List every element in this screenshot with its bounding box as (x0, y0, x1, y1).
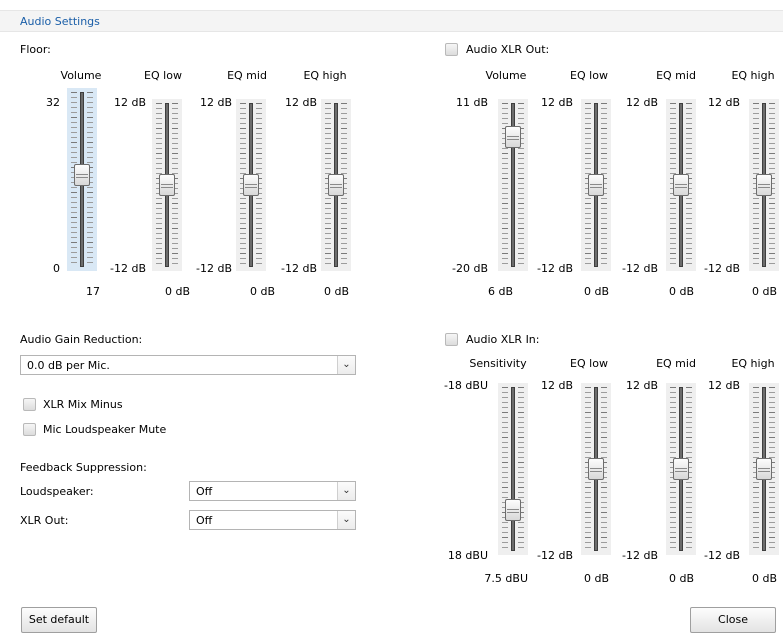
gain-reduction-select[interactable]: 0.0 dB per Mic. ⌄ (20, 355, 356, 375)
xlr-out-eq-low-slider-thumb[interactable] (588, 174, 604, 196)
dialog-title: Audio Settings (20, 15, 100, 28)
floor-eq-low-header: EQ low (144, 69, 182, 82)
xlr-out-label: XLR Out: (20, 514, 69, 527)
floor-volume-slider[interactable] (67, 88, 97, 271)
xlr-mix-minus-checkbox[interactable] (23, 398, 36, 411)
xlr-out-eq-high-slider-thumb[interactable] (756, 174, 772, 196)
chevron-down-icon[interactable]: ⌄ (337, 511, 355, 529)
chevron-down-icon[interactable]: ⌄ (337, 482, 355, 500)
xlr-in-eq-high-header: EQ high (731, 357, 775, 370)
floor-eq-high-max-label: 12 dB (284, 96, 317, 109)
xlr-out-eq-high-value: 0 dB (751, 285, 777, 298)
xlr-out-eq-mid-slider-thumb[interactable] (673, 174, 689, 196)
xlr-in-eq-high-min-label: -12 dB (704, 549, 740, 562)
xlr-out-volume-value: 6 dB (487, 285, 513, 298)
xlr-in-eq-mid-slider-thumb[interactable] (673, 458, 689, 480)
xlr-in-eq-high-value: 0 dB (751, 572, 777, 585)
xlr-out-volume-max-label: 11 dB (455, 96, 488, 109)
xlr-in-eq-low-slider[interactable] (581, 383, 611, 555)
loudspeaker-select[interactable]: Off ⌄ (189, 481, 356, 501)
xlr-in-eq-mid-slider[interactable] (666, 383, 696, 555)
floor-eq-low-value: 0 dB (164, 285, 190, 298)
xlr-in-sensitivity-header: Sensitivity (469, 357, 527, 370)
floor-eq-high-min-label: -12 dB (281, 262, 317, 275)
xlr-out-eq-low-slider[interactable] (581, 99, 611, 271)
xlr-in-sensitivity-slider[interactable] (498, 383, 528, 555)
floor-volume-value: 17 (86, 285, 100, 298)
xlr-in-sensitivity-min-label: 18 dBU (447, 549, 488, 562)
xlr-mix-minus-label: XLR Mix Minus (43, 398, 123, 411)
xlr-in-eq-low-slider-thumb[interactable] (588, 458, 604, 480)
floor-eq-mid-min-label: -12 dB (196, 262, 232, 275)
floor-eq-mid-slider[interactable] (236, 99, 266, 271)
floor-eq-low-slider-thumb[interactable] (159, 174, 175, 196)
xlr-in-eq-high-slider-thumb[interactable] (756, 458, 772, 480)
gain-reduction-value: 0.0 dB per Mic. (27, 359, 110, 372)
loudspeaker-label: Loudspeaker: (20, 485, 94, 498)
floor-eq-mid-slider-thumb[interactable] (243, 174, 259, 196)
xlr-out-volume-header: Volume (485, 69, 527, 82)
xlr-in-eq-high-slider[interactable] (749, 383, 779, 555)
floor-volume-min-label: 0 (53, 262, 60, 275)
xlr-out-eq-high-min-label: -12 dB (704, 262, 740, 275)
xlr-out-eq-mid-header: EQ mid (656, 69, 696, 82)
floor-volume-max-label: 32 (46, 96, 60, 109)
gain-reduction-label: Audio Gain Reduction: (20, 333, 143, 346)
xlr-out-eq-mid-value: 0 dB (668, 285, 694, 298)
floor-volume-header: Volume (60, 69, 102, 82)
xlr-in-group-label: Audio XLR In: (466, 333, 540, 346)
xlr-out-eq-mid-min-label: -12 dB (622, 262, 658, 275)
floor-eq-mid-header: EQ mid (227, 69, 267, 82)
close-button[interactable]: Close (690, 607, 776, 633)
xlr-out-group-label: Audio XLR Out: (466, 43, 550, 56)
xlr-in-sensitivity-slider-thumb[interactable] (505, 499, 521, 522)
xlr-out-value: Off (196, 514, 213, 527)
xlr-out-select[interactable]: Off ⌄ (189, 510, 356, 530)
feedback-suppression-label: Feedback Suppression: (20, 461, 147, 474)
xlr-out-eq-mid-slider[interactable] (666, 99, 696, 271)
xlr-out-eq-low-header: EQ low (570, 69, 608, 82)
floor-label: Floor: (20, 43, 51, 56)
floor-volume-slider-thumb[interactable] (74, 163, 90, 186)
xlr-in-enable-checkbox[interactable] (445, 333, 458, 346)
xlr-out-volume-slider[interactable] (498, 99, 528, 271)
mic-loudspeaker-mute-label: Mic Loudspeaker Mute (43, 423, 167, 436)
floor-eq-mid-value: 0 dB (249, 285, 275, 298)
loudspeaker-value: Off (196, 485, 213, 498)
xlr-out-eq-low-value: 0 dB (583, 285, 609, 298)
xlr-in-eq-low-header: EQ low (570, 357, 608, 370)
xlr-in-eq-mid-value: 0 dB (668, 572, 694, 585)
xlr-in-eq-mid-header: EQ mid (656, 357, 696, 370)
floor-eq-high-slider[interactable] (321, 99, 351, 271)
floor-eq-low-slider[interactable] (152, 99, 182, 271)
floor-eq-low-min-label: -12 dB (110, 262, 146, 275)
xlr-out-eq-high-slider[interactable] (749, 99, 779, 271)
chevron-down-icon[interactable]: ⌄ (337, 356, 355, 374)
xlr-in-sensitivity-max-label: -18 dBU (443, 379, 488, 392)
mic-loudspeaker-mute-checkbox[interactable] (23, 423, 36, 436)
xlr-out-eq-high-header: EQ high (731, 69, 775, 82)
xlr-in-sensitivity-value: 7.5 dBU (484, 572, 528, 585)
xlr-in-eq-mid-min-label: -12 dB (622, 549, 658, 562)
xlr-out-eq-low-min-label: -12 dB (537, 262, 573, 275)
xlr-out-volume-min-label: -20 dB (452, 262, 488, 275)
xlr-in-eq-low-min-label: -12 dB (537, 549, 573, 562)
xlr-out-volume-slider-thumb[interactable] (505, 125, 521, 148)
set-default-button[interactable]: Set default (21, 607, 97, 633)
xlr-out-enable-checkbox[interactable] (445, 43, 458, 56)
floor-eq-high-value: 0 dB (323, 285, 349, 298)
floor-eq-high-header: EQ high (303, 69, 347, 82)
floor-eq-high-slider-thumb[interactable] (328, 174, 344, 196)
dialog-title-bar: Audio Settings (0, 10, 783, 32)
xlr-in-eq-low-value: 0 dB (583, 572, 609, 585)
